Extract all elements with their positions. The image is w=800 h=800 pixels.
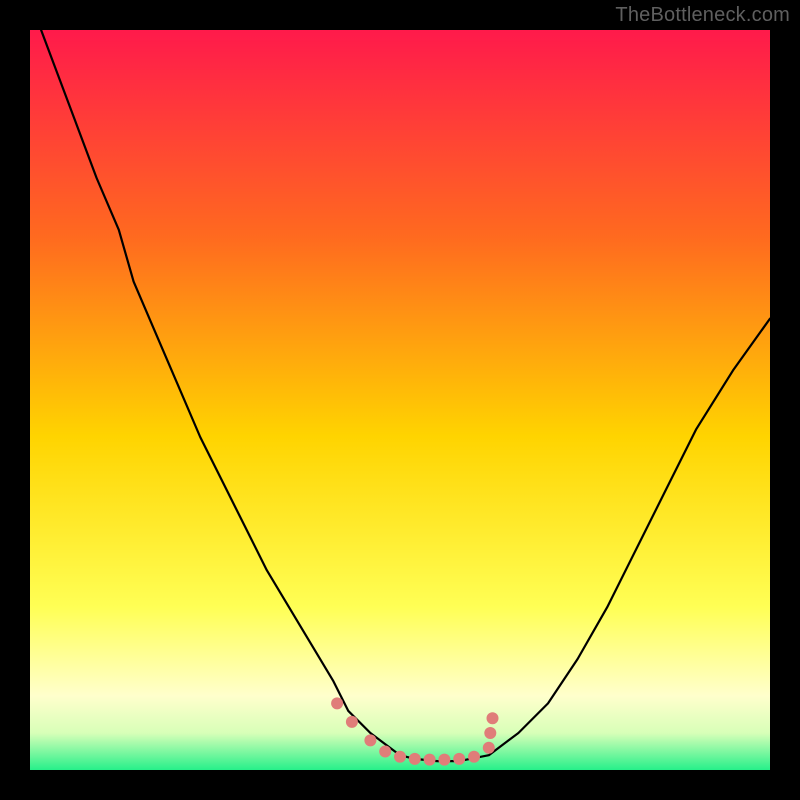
curve-marker (424, 754, 436, 766)
curve-marker (487, 712, 499, 724)
bottleneck-curve (30, 30, 770, 761)
curve-marker (346, 716, 358, 728)
curve-marker (394, 751, 406, 763)
curve-marker (484, 727, 496, 739)
curve-markers (331, 697, 498, 765)
curve-marker (409, 753, 421, 765)
curve-marker (483, 742, 495, 754)
watermark-text: TheBottleneck.com (615, 4, 790, 27)
curve-marker (453, 753, 465, 765)
plot-svg (30, 30, 770, 770)
curve-marker (331, 697, 343, 709)
outer-frame: TheBottleneck.com (0, 0, 800, 800)
curve-marker (438, 754, 450, 766)
curve-marker (364, 734, 376, 746)
curve-marker (468, 751, 480, 763)
curve-marker (379, 746, 391, 758)
plot-area (30, 30, 770, 770)
